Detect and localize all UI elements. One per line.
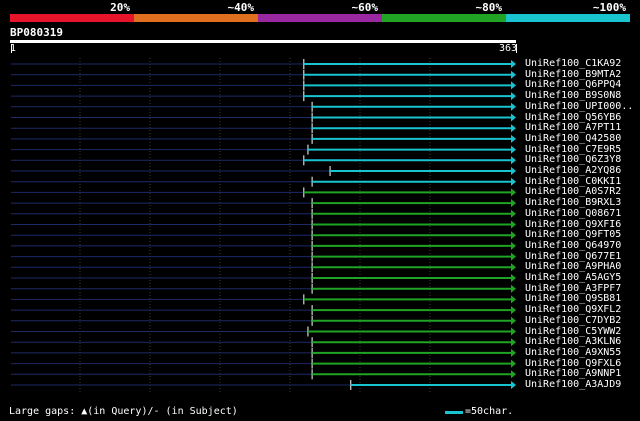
- hit-name[interactable]: UniRef100_C5YWW2: [525, 326, 621, 337]
- hit-end-arrow: [511, 145, 516, 154]
- hit-end-arrow: [511, 231, 516, 240]
- legend-label: ~80%: [475, 1, 503, 14]
- hit-name[interactable]: UniRef100_Q6PPQ4: [525, 79, 621, 90]
- legend-label: ~40%: [227, 1, 255, 14]
- legend-label: ~100%: [592, 1, 626, 14]
- hit-end-arrow: [511, 102, 516, 111]
- hit-end-arrow: [511, 167, 516, 175]
- hit-name[interactable]: UniRef100_C7E9R5: [525, 144, 621, 155]
- hit-name[interactable]: UniRef100_Q9FXL6: [525, 358, 621, 369]
- hit-name[interactable]: UniRef100_Q9XFI6: [525, 219, 621, 230]
- hit-end-arrow: [511, 60, 516, 68]
- hit-end-arrow: [511, 284, 516, 293]
- hit-end-arrow: [511, 370, 516, 379]
- hit-name[interactable]: UniRef100_A7PT11: [525, 122, 621, 133]
- hit-end-arrow: [511, 263, 516, 272]
- hit-end-arrow: [511, 70, 516, 79]
- hit-end-arrow: [511, 113, 516, 122]
- hit-name[interactable]: UniRef100_B9RXL3: [525, 197, 621, 208]
- hit-end-arrow: [511, 92, 516, 101]
- hit-name[interactable]: UniRef100_Q08671: [525, 208, 621, 219]
- hit-end-arrow: [511, 338, 516, 347]
- hit-end-arrow: [511, 209, 516, 218]
- hit-end-arrow: [511, 134, 516, 143]
- hit-end-arrow: [511, 274, 516, 282]
- hit-end-arrow: [511, 220, 516, 229]
- hit-name[interactable]: UniRef100_Q6Z3Y8: [525, 154, 621, 165]
- hit-end-arrow: [511, 316, 516, 325]
- hit-name[interactable]: UniRef100_Q56YB6: [525, 112, 621, 123]
- hit-name[interactable]: UniRef100_C7DYB2: [525, 315, 621, 326]
- hit-name[interactable]: UniRef100_A3AJD9: [525, 379, 621, 390]
- hit-end-arrow: [511, 359, 516, 368]
- hit-name[interactable]: UniRef100_A9PHA0: [525, 261, 621, 272]
- large-gaps-legend: Large gaps: ▲(in Query)/- (in Subject): [9, 406, 238, 417]
- hit-name[interactable]: UniRef100_Q42580: [525, 133, 621, 144]
- hit-end-arrow: [511, 306, 516, 315]
- hit-end-arrow: [511, 156, 516, 165]
- hit-name[interactable]: UniRef100_A9NNP1: [525, 368, 621, 379]
- hit-end-arrow: [511, 241, 516, 250]
- hit-name[interactable]: UniRef100_C0KKI1: [525, 176, 621, 187]
- scale-bar: [445, 411, 463, 414]
- hit-name[interactable]: UniRef100_A3KLN6: [525, 336, 621, 347]
- hit-name[interactable]: UniRef100_A9XN55: [525, 347, 621, 358]
- hit-name[interactable]: UniRef100_C1KA92: [525, 58, 621, 69]
- hit-end-arrow: [511, 188, 516, 197]
- legend-label: 20%: [110, 1, 130, 14]
- hit-name[interactable]: UniRef100_B9MTA2: [525, 69, 621, 80]
- hit-name[interactable]: UniRef100_Q677E1: [525, 251, 621, 262]
- hit-name[interactable]: UniRef100_Q9SB81: [525, 293, 621, 304]
- hit-name[interactable]: UniRef100_A3FPF7: [525, 283, 621, 294]
- hit-name[interactable]: UniRef100_B9S0N8: [525, 90, 621, 101]
- hit-end-arrow: [511, 81, 516, 90]
- hit-name[interactable]: UniRef100_Q9FT05: [525, 229, 621, 240]
- hit-name[interactable]: UniRef100_A2YQ86: [525, 165, 621, 176]
- hit-end-arrow: [511, 327, 516, 336]
- hit-name[interactable]: UniRef100_A0S7R2: [525, 186, 621, 197]
- hit-end-arrow: [511, 124, 516, 133]
- hit-name[interactable]: UniRef100_Q64970: [525, 240, 621, 251]
- hit-end-arrow: [511, 295, 516, 304]
- hit-name[interactable]: UniRef100_UPI000..: [525, 101, 633, 112]
- hit-end-arrow: [511, 381, 516, 389]
- legend-label: ~60%: [351, 1, 379, 14]
- hit-end-arrow: [511, 252, 516, 261]
- hit-name[interactable]: UniRef100_Q9XFL2: [525, 304, 621, 315]
- hit-end-arrow: [511, 199, 516, 208]
- hit-end-arrow: [511, 348, 516, 357]
- hit-end-arrow: [511, 177, 516, 186]
- scale-legend: =50char.: [465, 406, 514, 417]
- hit-name[interactable]: UniRef100_A5AGY5: [525, 272, 621, 283]
